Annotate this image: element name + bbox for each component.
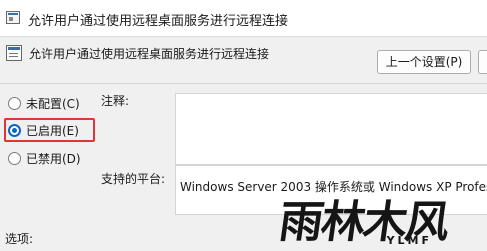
next-setting-button[interactable]	[478, 50, 487, 74]
radio-disabled-circle[interactable]	[8, 151, 21, 165]
previous-setting-button[interactable]: 上一个设置(P)	[377, 50, 471, 74]
divider	[0, 83, 487, 84]
radio-disabled[interactable]: 已禁用(D)	[8, 148, 81, 168]
watermark-logo: 雨林木风 YLMF	[276, 192, 484, 250]
policy-header: 允许用户通过使用远程桌面服务进行远程连接 上一个设置(P)	[0, 36, 487, 80]
policy-window-icon	[6, 11, 20, 24]
radio-not-configured[interactable]: 未配置(C)	[8, 93, 80, 113]
watermark-subtext: YLMF	[386, 234, 432, 247]
radio-not-configured-circle[interactable]	[8, 96, 21, 110]
comment-label: 注释:	[101, 94, 130, 108]
comment-textarea[interactable]	[175, 93, 487, 165]
window-title: 允许用户通过使用远程桌面服务进行远程连接	[28, 14, 289, 29]
enabled-highlight-box	[4, 118, 95, 142]
supported-platform-label: 支持的平台:	[101, 172, 166, 186]
policy-setting-icon	[6, 45, 22, 61]
radio-disabled-label: 已禁用(D)	[26, 151, 81, 166]
policy-title: 允许用户通过使用远程桌面服务进行远程连接	[29, 47, 270, 61]
radio-not-configured-label: 未配置(C)	[26, 96, 80, 111]
title-bar: 允许用户通过使用远程桌面服务进行远程连接	[0, 0, 487, 37]
options-section-label: 选项:	[5, 232, 34, 246]
